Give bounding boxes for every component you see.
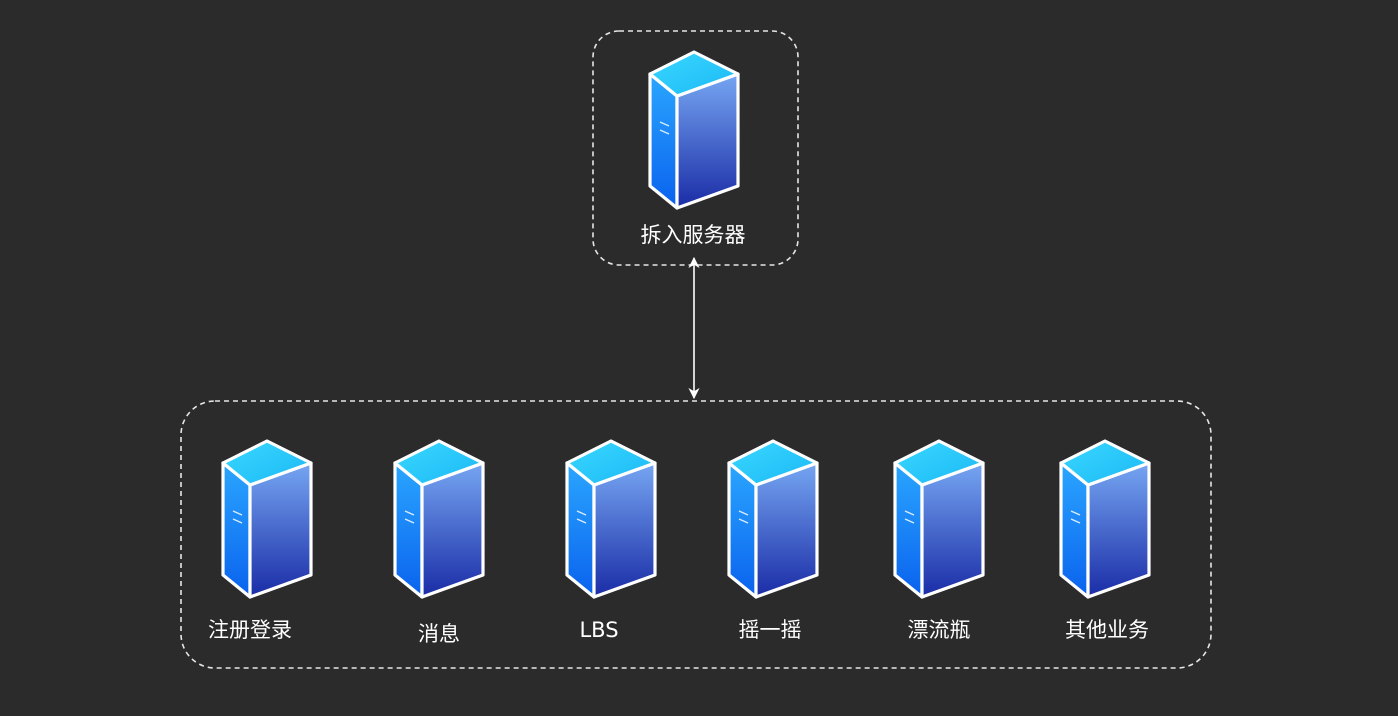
gateway-node: 拆入服务器 bbox=[592, 30, 799, 266]
service-label: 其他业务 bbox=[1065, 618, 1149, 642]
server-icon bbox=[893, 439, 985, 599]
service-label: 注册登录 bbox=[208, 618, 292, 642]
services-group: 注册登录 消息 LBS 摇一摇 漂流瓶 其他业务 bbox=[180, 400, 1212, 669]
services-group-border bbox=[180, 400, 1212, 669]
server-icon bbox=[1059, 439, 1151, 599]
server-icon bbox=[727, 439, 819, 599]
service-label: LBS bbox=[579, 618, 618, 642]
server-icon bbox=[393, 439, 485, 599]
service-node-message: 消息 bbox=[393, 439, 485, 646]
service-node-register-login: 注册登录 bbox=[208, 439, 313, 642]
server-icon bbox=[648, 50, 740, 210]
service-label: 摇一摇 bbox=[739, 618, 802, 642]
server-icon bbox=[221, 439, 313, 599]
service-node-drift-bottle: 漂流瓶 bbox=[893, 439, 985, 642]
service-node-lbs: LBS bbox=[565, 439, 657, 642]
gateway-label: 拆入服务器 bbox=[641, 223, 746, 247]
service-label: 漂流瓶 bbox=[908, 618, 971, 642]
architecture-diagram: 拆入服务器 注册登录 消息 LBS 摇一摇 漂流瓶 其他业务 bbox=[180, 30, 1212, 669]
server-icon bbox=[565, 439, 657, 599]
service-node-other-business: 其他业务 bbox=[1059, 439, 1151, 642]
service-label: 消息 bbox=[418, 622, 460, 646]
service-node-shake: 摇一摇 bbox=[727, 439, 819, 642]
